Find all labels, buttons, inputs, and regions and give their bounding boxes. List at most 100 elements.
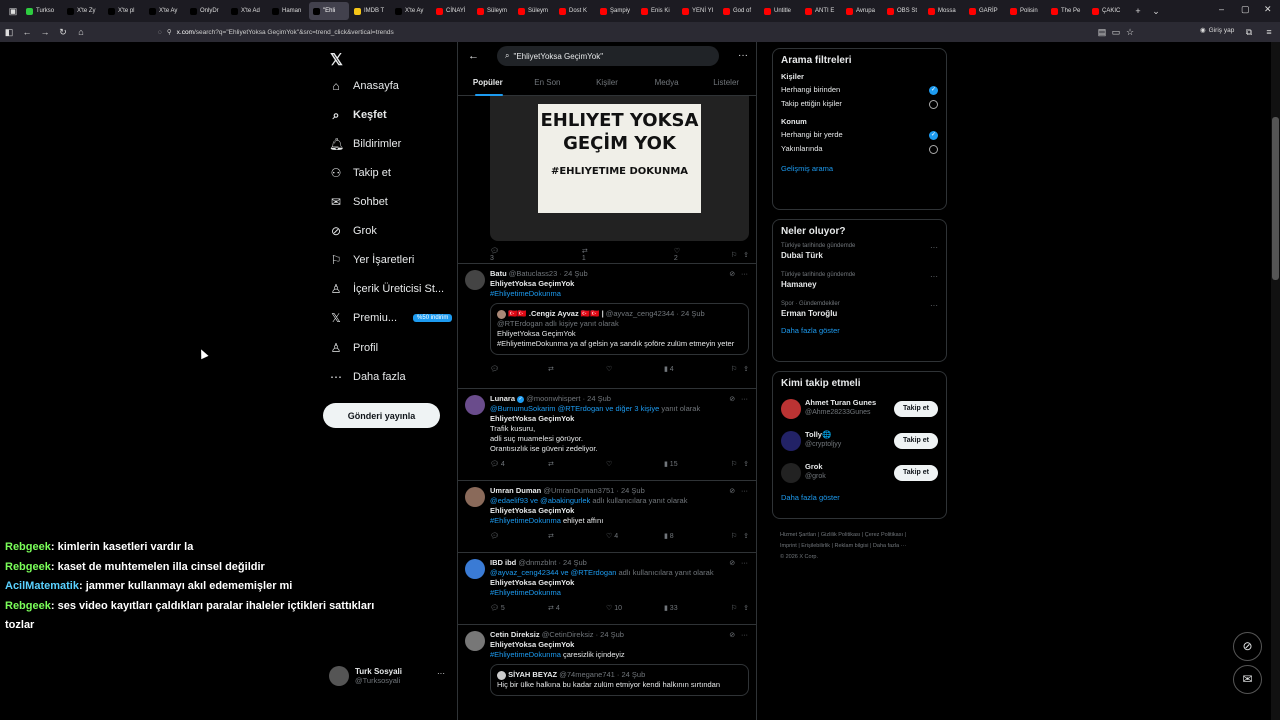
browser-tab[interactable]: ÇAKIC [1088, 2, 1128, 20]
reply-mentions[interactable]: @edaelif93 ve @abakingurlek [490, 496, 590, 505]
sidebar-item-keşfet[interactable]: ⌕ Keşfet [329, 105, 387, 125]
more-icon[interactable]: ··· [930, 272, 938, 281]
browser-tab[interactable]: Turkso [22, 2, 62, 20]
browser-tab[interactable]: The Pe [1047, 2, 1087, 20]
follow-button[interactable]: Takip et [894, 433, 938, 449]
suggestion-name[interactable]: Tolly🌐 [805, 430, 831, 439]
trend-item[interactable]: Türkiye tarihinde gündemde Dubai Türk ··· [781, 243, 938, 260]
browser-tab[interactable]: GARİP [965, 2, 1005, 20]
filter-option[interactable]: Takip ettiğin kişiler [781, 97, 938, 111]
tweet[interactable]: ⊘ ··· IBD ibd @dnmzblnt · 24 Şub @ayvaz_… [458, 552, 756, 624]
browser-tab[interactable]: X'te Ad [227, 2, 267, 20]
avatar[interactable] [465, 487, 485, 507]
back-icon[interactable]: ← [18, 27, 36, 37]
new-tab-icon[interactable]: + [1129, 6, 1147, 16]
hashtag-link[interactable]: #EhliyetimeDokunma [490, 289, 749, 299]
repost-button[interactable]: ⇄ [548, 532, 606, 542]
x-logo-icon[interactable]: 𝕏 [330, 50, 343, 70]
follow-suggestion[interactable]: Ahmet Turan Gunes @Ahme28233Gunes Takip et [781, 395, 938, 427]
browser-tab[interactable]: Haman [268, 2, 308, 20]
tweet[interactable]: ⊘ ··· Lunara ✓ @moonwhispert · 24 Şub @B… [458, 388, 756, 480]
sidebar-item-profil[interactable]: ♙ Profil [329, 338, 378, 358]
bookmark-share-icons[interactable]: ⚐ ⇪ [731, 251, 749, 259]
scrollbar-thumb[interactable] [1272, 117, 1279, 280]
reply-button[interactable]: 💬︎ [490, 532, 548, 542]
repost-button[interactable]: ⇄ [548, 365, 606, 375]
footer-line[interactable]: Imprint | Erişilebilirlik | Reklam bilgi… [780, 541, 945, 552]
reply-button[interactable]: 💬︎ 3 [490, 247, 538, 262]
page-info-icon[interactable]: ⚲ [167, 28, 172, 36]
search-tab[interactable]: En Son [518, 72, 578, 96]
tweet-author[interactable]: Batu [490, 269, 507, 278]
avatar[interactable] [465, 631, 485, 651]
views-button[interactable]: ▮ 8 [664, 532, 722, 542]
radio-selected-icon[interactable]: ✓ [929, 86, 938, 95]
tab-overview-icon[interactable]: ▣ [4, 6, 22, 17]
like-button[interactable]: ♡ 2 [674, 247, 722, 262]
browser-tab[interactable]: X'te Zy [63, 2, 103, 20]
trend-item[interactable]: Türkiye tarihinde gündemde Hamaney ··· [781, 272, 938, 289]
search-tab[interactable]: Listeler [696, 72, 756, 96]
tweet-author[interactable]: Umran Duman [490, 486, 541, 495]
tweet[interactable]: ⊘ ··· Batu @Batuclass23 · 24 Şub Ehliyet… [458, 263, 756, 388]
avatar[interactable] [781, 463, 801, 483]
sidebar-item-bildirimler[interactable]: 🔔︎ Bildirimler [329, 134, 401, 154]
browser-tab[interactable]: "Ehli [309, 2, 349, 20]
minimize-icon[interactable]: – [1219, 4, 1224, 14]
forward-icon[interactable]: → [36, 27, 54, 37]
chevron-down-icon[interactable]: ⌄ [1147, 6, 1165, 17]
browser-tab[interactable]: ANTI E [801, 2, 841, 20]
like-button[interactable]: ♡ [606, 460, 664, 470]
show-more-link[interactable]: Daha fazla göster [781, 326, 938, 335]
advanced-search-link[interactable]: Gelişmiş arama [781, 164, 938, 173]
menu-icon[interactable]: ≡ [1260, 27, 1278, 37]
avatar[interactable] [781, 431, 801, 451]
hashtag-link[interactable]: #EhliyetimeDokunma [490, 650, 561, 659]
sidebar-item-premiu[interactable]: 𝕏 Premiu... %50 indirim [329, 308, 453, 328]
more-icon[interactable]: ··· [738, 50, 748, 61]
tweet-author[interactable]: Cetin Direksiz [490, 630, 540, 639]
bookmark-share-icons[interactable]: ⚐ ⇪ [731, 365, 749, 375]
more-icon[interactable]: ··· [930, 243, 938, 252]
quoted-tweet[interactable]: 🇹🇷🇹🇷 .Cengiz Ayvaz 🇹🇷🇹🇷 | @ayvaz_ceng423… [490, 303, 749, 355]
bookmark-share-icons[interactable]: ⚐ ⇪ [731, 604, 749, 614]
sidebar-item-takip-et[interactable]: ⚇ Takip et [329, 163, 391, 183]
browser-tab[interactable]: X'te pl [104, 2, 144, 20]
browser-tab[interactable]: IMDB T [350, 2, 390, 20]
hashtag-link[interactable]: #EhliyetimeDokunma [490, 516, 561, 525]
reply-button[interactable]: 💬︎ 5 [490, 604, 548, 614]
trend-item[interactable]: Spor · Gündemdekiler Erman Toroğlu ··· [781, 301, 938, 318]
like-button[interactable]: ♡ 4 [606, 532, 664, 542]
tweet-author[interactable]: IBD ibd [490, 558, 516, 567]
browser-tab[interactable]: Şampiy [596, 2, 636, 20]
browser-tab[interactable]: Enis Ki [637, 2, 677, 20]
more-icon[interactable]: ··· [437, 669, 445, 678]
filter-option[interactable]: Herhangi birinden ✓ [781, 83, 938, 97]
follow-suggestion[interactable]: Tolly🌐 @cryptoljyy Takip et [781, 427, 938, 459]
search-tab[interactable]: Medya [637, 72, 697, 96]
tweet-author[interactable]: Lunara [490, 394, 515, 403]
repost-button[interactable]: ⇄ 1 [582, 247, 630, 262]
home-icon[interactable]: ⌂ [72, 27, 90, 37]
radio-icon[interactable] [929, 145, 938, 154]
sidebar-item-yer-i-şaretleri[interactable]: ⚐ Yer İşaretleri [329, 250, 415, 270]
suggestion-name[interactable]: Ahmet Turan Gunes [805, 398, 876, 407]
browser-tab[interactable]: X'te Ay [391, 2, 431, 20]
bookmark-star-icon[interactable]: ☆ [1121, 27, 1139, 38]
search-input[interactable]: ⌕ "EhliyetYoksa GeçimYok" [497, 46, 719, 66]
repost-button[interactable]: ⇄ [548, 460, 606, 470]
hashtag-link[interactable]: #EhliyetimeDokunma [490, 588, 749, 598]
reply-button[interactable]: 💬︎ 4 [490, 460, 548, 470]
sidebar-item-grok[interactable]: ⊘ Grok [329, 221, 377, 241]
reload-icon[interactable]: ↻ [54, 27, 72, 38]
views-button[interactable]: ▮ 4 [664, 365, 722, 375]
extensions-icon[interactable]: ⧉ [1240, 27, 1258, 38]
page-scrollbar[interactable] [1271, 42, 1280, 720]
repost-button[interactable]: ⇄ 4 [548, 604, 606, 614]
browser-tab[interactable]: God of [719, 2, 759, 20]
follow-button[interactable]: Takip et [894, 465, 938, 481]
sidebar-item-daha-fazla[interactable]: ⋯ Daha fazla [329, 367, 406, 387]
radio-icon[interactable] [929, 100, 938, 109]
quoted-tweet[interactable]: SİYAH BEYAZ @74megane741 · 24 Şub Hiç bi… [490, 664, 749, 696]
bookmark-share-icons[interactable]: ⚐ ⇪ [731, 460, 749, 470]
